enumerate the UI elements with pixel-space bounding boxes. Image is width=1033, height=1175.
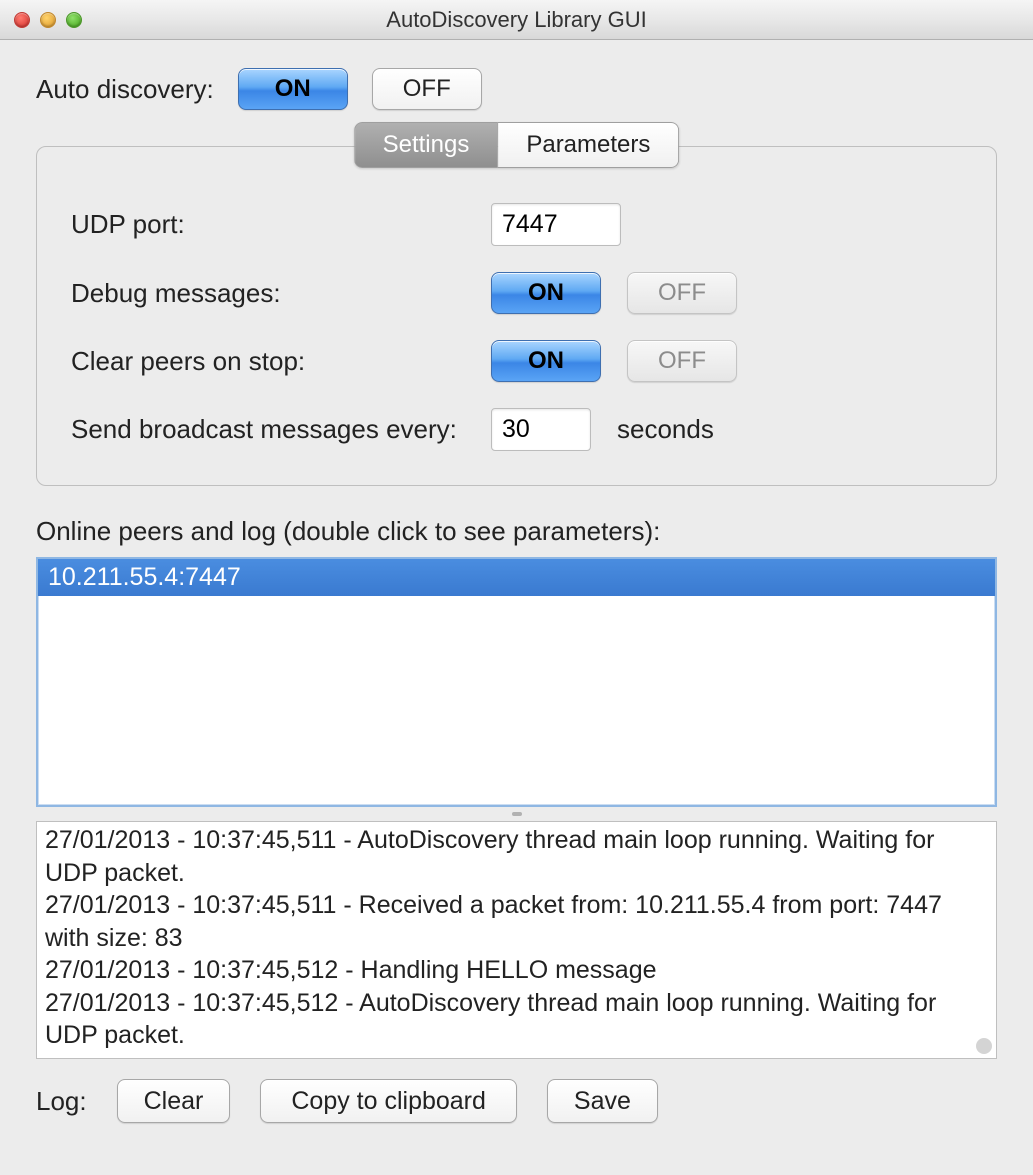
auto-discovery-off-button[interactable]: OFF <box>372 68 482 110</box>
save-log-button[interactable]: Save <box>547 1079 658 1123</box>
peer-item[interactable]: 10.211.55.4:7447 <box>38 559 995 596</box>
clear-peers-row: Clear peers on stop: ON OFF <box>71 340 962 382</box>
auto-discovery-row: Auto discovery: ON OFF <box>36 68 997 110</box>
debug-off-button[interactable]: OFF <box>627 272 737 314</box>
clear-log-button[interactable]: Clear <box>117 1079 231 1123</box>
udp-port-label: UDP port: <box>71 209 491 240</box>
settings-box: UDP port: Debug messages: ON OFF Clear p… <box>36 146 997 486</box>
log-controls-row: Log: Clear Copy to clipboard Save <box>36 1079 997 1123</box>
traffic-lights <box>14 12 82 28</box>
window-content: Auto discovery: ON OFF Settings Paramete… <box>0 40 1033 1143</box>
udp-port-row: UDP port: <box>71 203 962 246</box>
broadcast-row: Send broadcast messages every: seconds <box>71 408 962 451</box>
minimize-icon[interactable] <box>40 12 56 28</box>
splitter-handle[interactable] <box>36 807 997 821</box>
window-title: AutoDiscovery Library GUI <box>386 7 646 33</box>
zoom-icon[interactable] <box>66 12 82 28</box>
auto-discovery-label: Auto discovery: <box>36 74 214 105</box>
broadcast-interval-input[interactable] <box>491 408 591 451</box>
settings-panel: Settings Parameters UDP port: Debug mess… <box>36 146 997 486</box>
log-label: Log: <box>36 1086 87 1117</box>
peers-section-label: Online peers and log (double click to se… <box>36 516 997 547</box>
broadcast-suffix: seconds <box>617 414 714 445</box>
tab-settings[interactable]: Settings <box>354 122 498 168</box>
debug-label: Debug messages: <box>71 278 491 309</box>
clear-peers-off-button[interactable]: OFF <box>627 340 737 382</box>
grip-icon <box>512 812 522 816</box>
debug-on-button[interactable]: ON <box>491 272 601 314</box>
tab-parameters[interactable]: Parameters <box>497 122 679 168</box>
clear-peers-label: Clear peers on stop: <box>71 346 491 377</box>
debug-row: Debug messages: ON OFF <box>71 272 962 314</box>
scroll-thumb-icon[interactable] <box>976 1038 992 1054</box>
log-textarea[interactable]: 27/01/2013 - 10:37:45,511 - AutoDiscover… <box>36 821 997 1059</box>
auto-discovery-on-button[interactable]: ON <box>238 68 348 110</box>
broadcast-label: Send broadcast messages every: <box>71 414 491 445</box>
clear-peers-on-button[interactable]: ON <box>491 340 601 382</box>
copy-log-button[interactable]: Copy to clipboard <box>260 1079 517 1123</box>
peers-listbox[interactable]: 10.211.55.4:7447 <box>36 557 997 807</box>
titlebar: AutoDiscovery Library GUI <box>0 0 1033 40</box>
close-icon[interactable] <box>14 12 30 28</box>
tab-control: Settings Parameters <box>354 122 680 168</box>
udp-port-input[interactable] <box>491 203 621 246</box>
